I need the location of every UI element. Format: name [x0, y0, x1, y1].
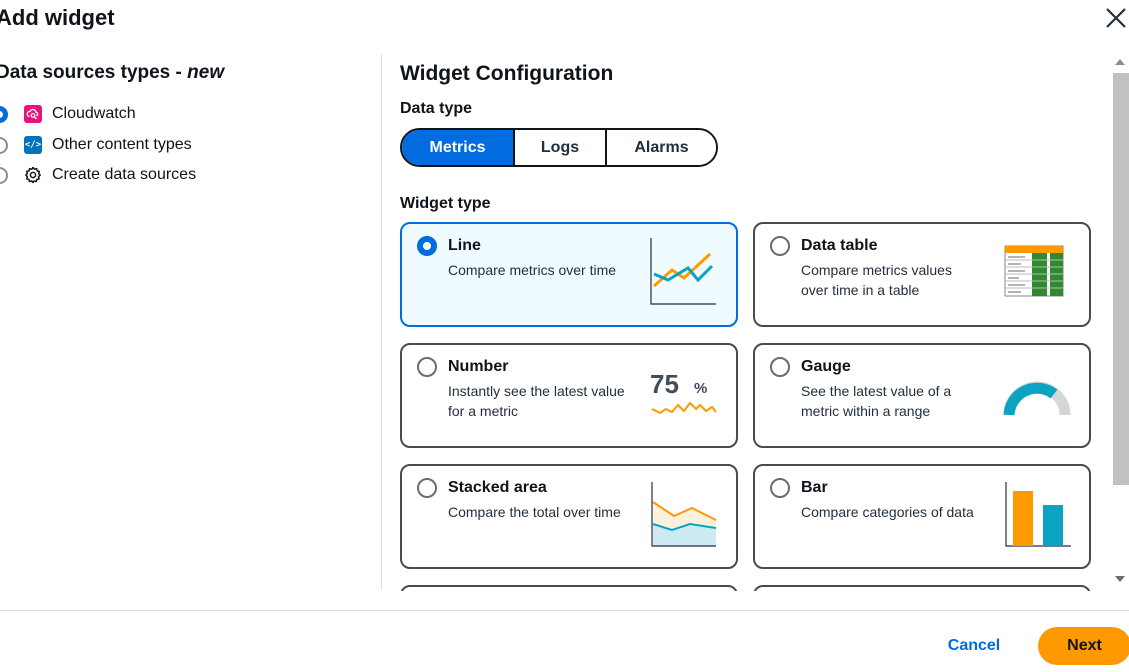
widget-card-bar[interactable]: Bar Compare categories of data — [753, 464, 1091, 569]
widget-card-next-row-right[interactable] — [753, 585, 1091, 591]
number-value: 75 — [650, 369, 679, 399]
widget-card-line[interactable]: Line Compare metrics over time — [400, 222, 738, 327]
radio-button[interactable] — [417, 236, 437, 256]
widget-card-gauge[interactable]: Gauge See the latest value of a metric w… — [753, 343, 1091, 448]
data-type-segmented-control: Metrics Logs Alarms — [400, 128, 718, 167]
gauge-icon — [1003, 381, 1071, 416]
data-type-logs[interactable]: Logs — [515, 130, 607, 165]
radio-button[interactable] — [0, 105, 8, 123]
number-unit: % — [694, 380, 707, 397]
bar-chart-icon — [1005, 482, 1071, 547]
number-icon: 75 % — [650, 369, 717, 415]
source-label: Cloudwatch — [52, 105, 136, 122]
widget-description: Compare categories of data — [801, 504, 974, 520]
source-option-create[interactable]: Create data sources — [0, 164, 196, 186]
widget-description: Instantly see the latest value for a met… — [448, 383, 625, 419]
radio-button[interactable] — [770, 236, 790, 256]
source-label: Create data sources — [52, 166, 197, 183]
data-type-metrics[interactable]: Metrics — [402, 130, 515, 165]
data-sources-title: Data sources types - new — [0, 62, 225, 83]
widget-description: Compare the total over time — [448, 504, 621, 520]
cloudwatch-icon — [24, 105, 42, 123]
scrollbar-thumb[interactable] — [1113, 73, 1129, 485]
radio-button[interactable] — [0, 136, 8, 154]
config-title: Widget Configuration — [400, 62, 614, 85]
scroll-up-arrow-icon[interactable] — [1115, 59, 1125, 65]
widget-title: Number — [448, 358, 509, 375]
data-type-alarms[interactable]: Alarms — [607, 130, 716, 165]
radio-button[interactable] — [417, 357, 437, 377]
radio-button[interactable] — [0, 166, 8, 184]
widget-card-next-row-left[interactable] — [400, 585, 738, 591]
radio-button[interactable] — [770, 357, 790, 377]
stacked-area-icon — [651, 482, 717, 547]
widget-type-label: Widget type — [400, 195, 491, 212]
modal-title: Add widget — [0, 5, 115, 30]
widget-description: Compare metrics over time — [448, 262, 617, 278]
close-icon[interactable] — [1104, 6, 1128, 30]
radio-button[interactable] — [417, 478, 437, 498]
data-type-label: Data type — [400, 100, 473, 117]
widget-card-data-table[interactable]: Data table Compare metrics values over t… — [753, 222, 1091, 327]
widget-title: Bar — [801, 479, 828, 496]
radio-button[interactable] — [770, 478, 790, 498]
gear-icon — [24, 166, 42, 184]
new-tag: new — [187, 62, 225, 83]
table-icon — [1004, 245, 1064, 297]
widget-title: Stacked area — [448, 479, 547, 496]
widget-description: See the latest value of a metric within … — [801, 383, 952, 419]
widget-card-number[interactable]: Number Instantly see the latest value fo… — [400, 343, 738, 448]
source-option-cloudwatch[interactable]: Cloudwatch — [0, 103, 136, 125]
source-label: Other content types — [52, 136, 192, 153]
widget-title: Gauge — [801, 358, 851, 375]
line-chart-icon — [650, 238, 716, 305]
widget-config-panel: Widget Configuration Data type Metrics L… — [382, 54, 1111, 591]
widget-description: Compare metrics values over time in a ta… — [801, 262, 952, 298]
widget-title: Line — [448, 237, 481, 254]
widget-card-stacked-area[interactable]: Stacked area Compare the total over time — [400, 464, 738, 569]
widget-title: Data table — [801, 237, 878, 254]
scroll-down-arrow-icon[interactable] — [1115, 576, 1125, 582]
next-button[interactable]: Next — [1038, 627, 1129, 665]
code-icon: </> — [24, 136, 42, 154]
footer-divider — [0, 610, 1129, 611]
cancel-button[interactable]: Cancel — [930, 629, 1018, 663]
source-option-other-content[interactable]: </> Other content types — [0, 134, 192, 156]
